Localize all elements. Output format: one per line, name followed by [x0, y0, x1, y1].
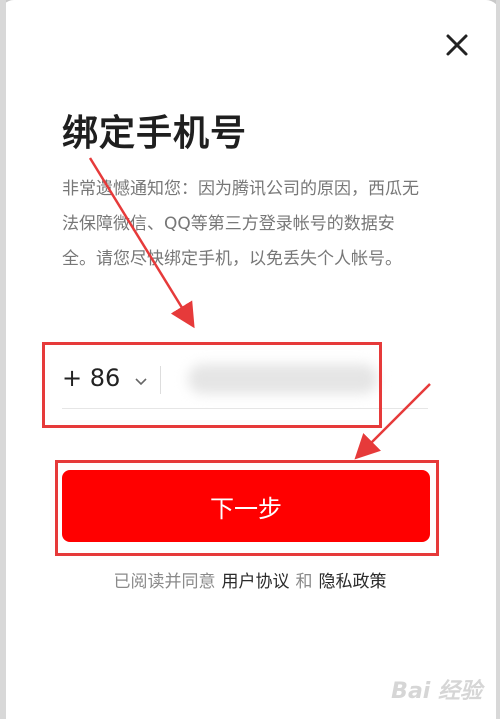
next-button[interactable]: 下一步	[62, 470, 430, 542]
privacy-policy-link[interactable]: 隐私政策	[319, 572, 387, 592]
agreement-prefix: 已阅读并同意	[113, 572, 216, 592]
divider	[160, 366, 161, 394]
phone-input-row: + 86	[62, 352, 428, 409]
bind-phone-dialog: 绑定手机号 非常遗憾通知您：因为腾讯公司的原因，西瓜无法保障微信、QQ等第三方登…	[0, 0, 500, 719]
right-edge	[496, 0, 500, 719]
page-title: 绑定手机号	[62, 113, 248, 154]
user-agreement-link[interactable]: 用户协议	[222, 572, 290, 592]
watermark: Bai 经验	[391, 679, 482, 704]
chevron-down-icon	[134, 365, 148, 393]
agreement-text: 已阅读并同意 用户协议和隐私政策	[0, 567, 500, 592]
close-icon[interactable]	[442, 30, 472, 60]
description-text: 非常遗憾通知您：因为腾讯公司的原因，西瓜无法保障微信、QQ等第三方登录帐号的数据…	[62, 179, 419, 269]
country-code-selector[interactable]: + 86	[62, 364, 148, 393]
phone-number-input[interactable]	[172, 358, 426, 404]
left-edge	[0, 0, 6, 719]
agreement-and: 和	[295, 572, 313, 592]
country-code-label: + 86	[62, 364, 121, 392]
